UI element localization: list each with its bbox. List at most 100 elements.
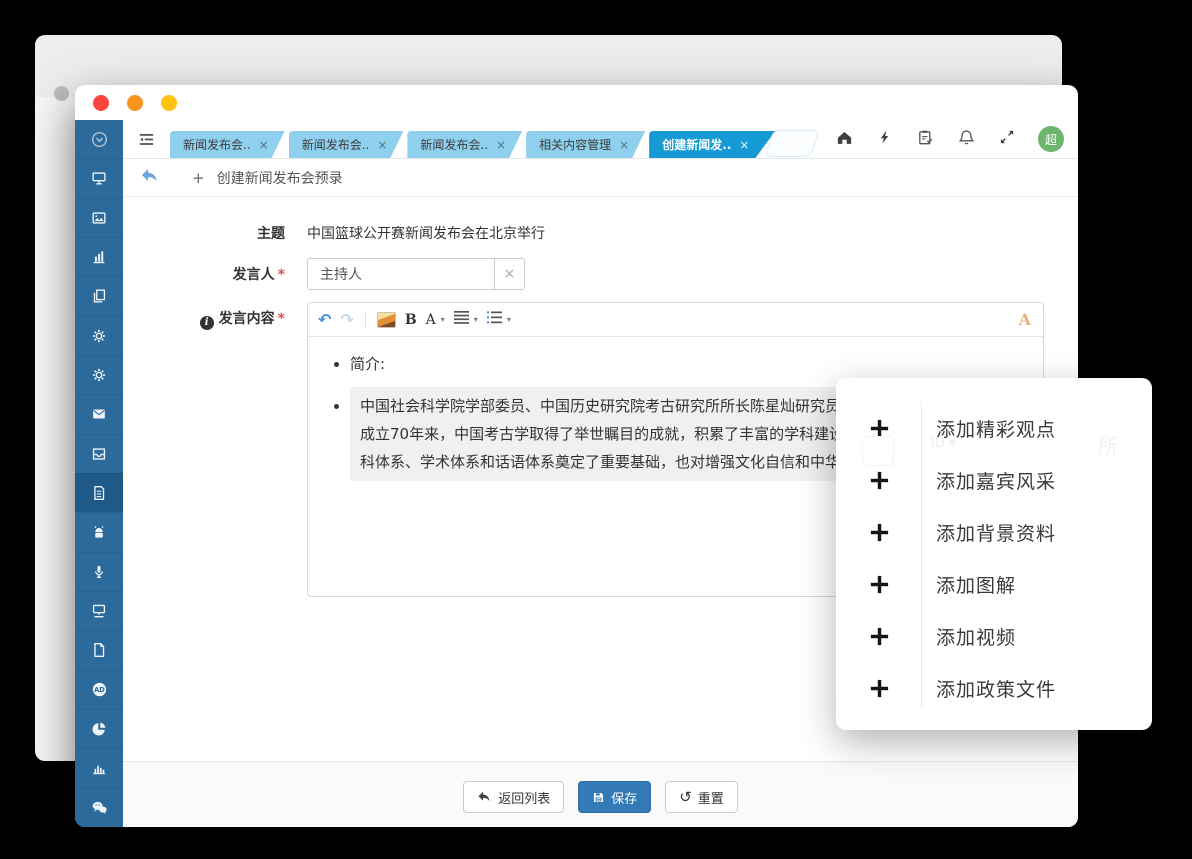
- reset-button[interactable]: ↺ 重置: [665, 781, 738, 813]
- toggle-sidebar-button[interactable]: [137, 130, 156, 153]
- zoom-window-button[interactable]: [161, 95, 177, 111]
- quick-action-button[interactable]: [876, 128, 894, 150]
- plus-icon: [869, 418, 890, 439]
- menu-item-add-video[interactable]: 添加视频: [836, 610, 1152, 662]
- undo-icon[interactable]: ↶: [318, 310, 331, 329]
- tab-close-icon[interactable]: ×: [739, 138, 749, 152]
- user-avatar[interactable]: 超: [1038, 126, 1064, 152]
- sidebar-item-statistics[interactable]: [75, 748, 123, 787]
- tab-close-icon[interactable]: ×: [259, 138, 269, 152]
- redo-icon[interactable]: ↷: [340, 310, 353, 329]
- home-button[interactable]: [835, 128, 854, 151]
- minimize-window-button[interactable]: [127, 95, 143, 111]
- font-size-button[interactable]: A: [426, 312, 436, 328]
- list-button[interactable]: [487, 311, 502, 328]
- speaker-label: 发言人*: [123, 258, 307, 284]
- tab-related-content[interactable]: 相关内容管理 ×: [526, 131, 645, 158]
- sidebar-nav: AD: [75, 120, 123, 827]
- font-color-icon[interactable]: A: [1019, 310, 1031, 329]
- plus-icon: +: [192, 169, 205, 187]
- tab-label: 创建新闻发..: [662, 136, 731, 153]
- sidebar-item-mail[interactable]: [75, 394, 123, 433]
- tab-news-conference-1[interactable]: 新闻发布会.. ×: [170, 131, 285, 158]
- save-button[interactable]: 保存: [578, 781, 651, 813]
- notifications-button[interactable]: [957, 128, 976, 151]
- sidebar-item-press-release-active[interactable]: [75, 473, 123, 512]
- form-footer: 返回列表 保存 ↺ 重置: [123, 761, 1078, 827]
- sidebar-item-document[interactable]: [75, 630, 123, 669]
- sidebar-item-settings-1[interactable]: [75, 316, 123, 355]
- menu-item-add-diagram[interactable]: 添加图解: [836, 558, 1152, 610]
- back-to-list-button[interactable]: 返回列表: [463, 781, 564, 813]
- chevron-down-icon[interactable]: ▾: [507, 315, 511, 324]
- inbox-icon: [90, 445, 108, 463]
- sidebar-item-collapse[interactable]: [75, 120, 123, 158]
- sidebar-item-news[interactable]: [75, 198, 123, 237]
- clipboard-check-icon: [916, 128, 935, 147]
- speaker-row: 发言人* ×: [123, 258, 1078, 290]
- align-button[interactable]: [454, 311, 469, 328]
- tab-create-news-active[interactable]: 创建新闻发.. ×: [649, 131, 775, 158]
- reply-arrow-icon: [140, 168, 160, 184]
- reset-icon: ↺: [679, 790, 692, 805]
- bar-chart-icon: [90, 248, 108, 266]
- plus-icon: [869, 678, 890, 699]
- ordered-list-icon: [487, 311, 502, 324]
- tab-close-icon[interactable]: ×: [619, 138, 629, 152]
- toolbar-divider: [365, 311, 366, 329]
- menu-item-add-guest[interactable]: 添加嘉宾风采: [836, 454, 1152, 506]
- editor-toolbar: ↶ ↷ B A ▾ ▾ ▾ A: [308, 303, 1043, 337]
- menu-item-add-policy[interactable]: 添加政策文件: [836, 662, 1152, 714]
- clear-input-button[interactable]: ×: [495, 258, 525, 290]
- close-window-button[interactable]: [93, 95, 109, 111]
- window-dot: [54, 86, 69, 101]
- menu-item-add-highlight[interactable]: 添加精彩观点: [836, 402, 1152, 454]
- insert-image-icon[interactable]: [377, 312, 396, 328]
- add-content-popup: ID ▾ 所 添加精彩观点 添加嘉宾风采 添加背景资料 添加图解 添加视频 添加…: [836, 378, 1152, 730]
- tab-close-icon[interactable]: ×: [496, 138, 506, 152]
- file-icon: [90, 641, 108, 659]
- envelope-icon: [90, 405, 108, 423]
- sidebar-item-android[interactable]: [75, 512, 123, 551]
- bold-button[interactable]: B: [405, 312, 417, 328]
- menu-item-label: 添加图解: [936, 571, 1016, 598]
- chevron-down-icon[interactable]: ▾: [441, 315, 445, 324]
- chevron-down-icon[interactable]: ▾: [474, 315, 478, 324]
- fullscreen-button[interactable]: [998, 128, 1016, 150]
- terminal-station-icon: [90, 602, 108, 620]
- go-back-button[interactable]: [140, 168, 162, 188]
- wechat-icon: [90, 798, 109, 817]
- floppy-disk-icon: [592, 791, 605, 804]
- gear-icon: [90, 327, 108, 345]
- sidebar-item-ads[interactable]: AD: [75, 670, 123, 709]
- topic-value: 中国篮球公开赛新闻发布会在北京举行: [307, 223, 545, 243]
- topic-row: 主题 中国篮球公开赛新闻发布会在北京举行: [123, 223, 1078, 243]
- sidebar-item-dashboard[interactable]: [75, 158, 123, 197]
- expand-arrows-icon: [998, 128, 1016, 146]
- tab-label: 新闻发布会..: [420, 136, 488, 153]
- microphone-icon: [90, 563, 108, 581]
- speaker-input[interactable]: [307, 258, 495, 290]
- sidebar-item-reports[interactable]: [75, 709, 123, 748]
- sidebar-item-analytics[interactable]: [75, 237, 123, 276]
- sidebar-item-audio[interactable]: [75, 552, 123, 591]
- menu-item-add-background[interactable]: 添加背景资料: [836, 506, 1152, 558]
- tab-news-conference-3[interactable]: 新闻发布会.. ×: [407, 131, 522, 158]
- sidebar-item-settings-2[interactable]: [75, 355, 123, 394]
- desktop-icon: [90, 169, 108, 187]
- align-justify-icon: [454, 311, 469, 324]
- sidebar-item-wechat[interactable]: [75, 788, 123, 827]
- copy-icon: [90, 287, 108, 305]
- sidebar-item-copy[interactable]: [75, 276, 123, 315]
- tab-close-icon[interactable]: ×: [377, 138, 387, 152]
- sidebar-item-inbox[interactable]: [75, 434, 123, 473]
- sidebar-item-network[interactable]: [75, 591, 123, 630]
- editor-bullet-intro: 简介:: [350, 353, 1029, 375]
- menu-item-label: 添加政策文件: [936, 675, 1056, 702]
- menu-item-label: 添加背景资料: [936, 519, 1056, 546]
- chevron-circle-down-icon: [90, 130, 109, 149]
- tasks-button[interactable]: [916, 128, 935, 151]
- tab-news-conference-2[interactable]: 新闻发布会.. ×: [289, 131, 404, 158]
- android-icon: [90, 523, 108, 541]
- tab-label: 新闻发布会..: [302, 136, 370, 153]
